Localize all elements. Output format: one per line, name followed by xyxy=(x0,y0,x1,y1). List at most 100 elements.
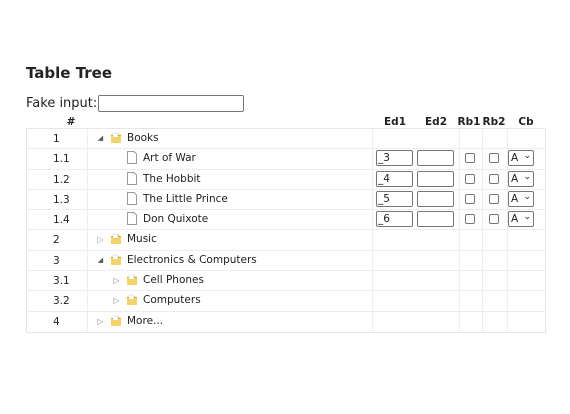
folder-icon xyxy=(111,315,121,326)
column-divider xyxy=(372,210,373,230)
node-title[interactable]: The Hobbit xyxy=(143,173,201,185)
column-divider xyxy=(372,311,373,332)
tree-row[interactable]: 3 ◢ Electronics & Computers xyxy=(27,250,545,272)
chevron-down-icon: ⌄ xyxy=(523,171,531,182)
document-icon xyxy=(127,151,137,165)
column-divider xyxy=(87,169,88,189)
cb-select[interactable]: A ⌄ xyxy=(508,150,534,167)
tree-row[interactable]: 4 ▷ More... xyxy=(27,311,545,332)
node-title[interactable]: More... xyxy=(127,315,163,327)
cb-select[interactable]: A ⌄ xyxy=(508,211,534,228)
column-divider xyxy=(482,230,483,250)
cb-select[interactable]: A ⌄ xyxy=(508,190,534,207)
column-divider xyxy=(459,210,460,230)
folder-icon xyxy=(111,254,121,265)
column-divider xyxy=(87,250,88,271)
fake-input-label: Fake input: xyxy=(26,96,98,111)
tree-row[interactable]: 1 ◢ Books xyxy=(27,129,545,150)
collapsed-triangle-icon[interactable]: ▷ xyxy=(96,235,105,244)
column-divider xyxy=(482,169,483,189)
node-title[interactable]: Books xyxy=(127,132,159,144)
column-divider xyxy=(507,291,508,311)
row-number: 1.3 xyxy=(53,193,70,206)
rb2-checkbox[interactable] xyxy=(489,153,499,164)
column-divider xyxy=(87,129,88,149)
column-header-ed1: Ed1 xyxy=(384,116,406,128)
rb1-checkbox[interactable] xyxy=(465,214,475,225)
row-number: 3.1 xyxy=(53,275,70,288)
rb2-checkbox[interactable] xyxy=(489,214,499,225)
column-divider xyxy=(482,271,483,291)
column-divider xyxy=(87,149,88,169)
rb2-checkbox[interactable] xyxy=(489,173,499,184)
row-number: 3 xyxy=(53,254,60,267)
column-divider xyxy=(87,271,88,291)
ed2-input[interactable] xyxy=(417,211,454,228)
tree-row[interactable]: 2 ▷ Music xyxy=(27,230,545,251)
column-header-rb1: Rb1 xyxy=(457,116,481,128)
column-divider xyxy=(507,129,508,149)
tree-row[interactable]: 1.2 The Hobbit _4 A ⌄ xyxy=(27,169,545,190)
expanded-triangle-icon[interactable]: ◢ xyxy=(96,256,105,265)
node-title[interactable]: Don Quixote xyxy=(143,213,208,225)
node-title[interactable]: Music xyxy=(127,233,157,245)
tree-row[interactable]: 1.3 The Little Prince _5 A ⌄ xyxy=(27,189,545,211)
document-icon xyxy=(127,191,137,205)
column-header-ed2: Ed2 xyxy=(425,116,447,128)
node-title[interactable]: Art of War xyxy=(143,152,196,164)
column-divider xyxy=(372,250,373,271)
folder-icon xyxy=(111,132,121,143)
ed1-input[interactable]: _5 xyxy=(376,190,413,207)
row-number: 1.2 xyxy=(53,173,70,186)
node-title[interactable]: Electronics & Computers xyxy=(127,254,257,266)
collapsed-triangle-icon[interactable]: ▷ xyxy=(112,276,121,285)
cb-select[interactable]: A ⌄ xyxy=(508,170,534,187)
tree-row[interactable]: 3.1 ▷ Cell Phones xyxy=(27,271,545,292)
column-divider xyxy=(482,311,483,332)
rb1-checkbox[interactable] xyxy=(465,153,475,164)
column-divider xyxy=(459,311,460,332)
chevron-down-icon: ⌄ xyxy=(523,151,531,162)
column-divider xyxy=(459,169,460,189)
node-title[interactable]: The Little Prince xyxy=(143,193,228,205)
ed1-input[interactable]: _6 xyxy=(376,211,413,228)
column-divider xyxy=(372,291,373,311)
rb2-checkbox[interactable] xyxy=(489,193,499,204)
column-divider xyxy=(87,311,88,332)
node-title[interactable]: Computers xyxy=(143,294,201,306)
ed1-input[interactable]: _4 xyxy=(376,170,413,187)
folder-icon xyxy=(127,274,137,286)
column-header-rb2: Rb2 xyxy=(482,116,506,128)
fake-input[interactable] xyxy=(98,95,245,112)
tree-table: 1 ◢ Books 1.1 Art of War _3 A ⌄ 1.2 The Hobbit _4 A… xyxy=(26,128,546,333)
rb1-checkbox[interactable] xyxy=(465,193,475,204)
tree-row[interactable]: 1.1 Art of War _3 A ⌄ xyxy=(27,149,545,170)
cb-select-value: A xyxy=(511,172,519,185)
ed1-input[interactable]: _3 xyxy=(376,150,413,167)
chevron-down-icon: ⌄ xyxy=(523,212,531,223)
cb-select-value: A xyxy=(511,192,519,205)
collapsed-triangle-icon[interactable]: ▷ xyxy=(96,317,105,326)
ed2-input[interactable] xyxy=(417,170,454,187)
tree-row[interactable]: 1.4 Don Quixote _6 A ⌄ xyxy=(27,210,545,231)
column-divider xyxy=(372,189,373,210)
tree-row[interactable]: 3.2 ▷ Computers xyxy=(27,291,545,312)
node-title[interactable]: Cell Phones xyxy=(143,274,204,286)
column-divider xyxy=(459,271,460,291)
ed2-input[interactable] xyxy=(417,150,454,167)
ed2-input[interactable] xyxy=(417,190,454,207)
column-divider xyxy=(372,230,373,250)
expanded-triangle-icon[interactable]: ◢ xyxy=(96,134,105,143)
column-divider xyxy=(87,291,88,311)
collapsed-triangle-icon[interactable]: ▷ xyxy=(112,296,121,305)
row-number: 2 xyxy=(53,234,60,247)
column-header-num: # xyxy=(66,116,76,128)
column-divider xyxy=(482,291,483,311)
rb1-checkbox[interactable] xyxy=(465,173,475,184)
column-divider xyxy=(482,210,483,230)
column-divider xyxy=(482,129,483,149)
column-divider xyxy=(87,189,88,210)
column-divider xyxy=(459,149,460,169)
cb-select-value: A xyxy=(511,152,519,165)
column-divider xyxy=(459,250,460,271)
